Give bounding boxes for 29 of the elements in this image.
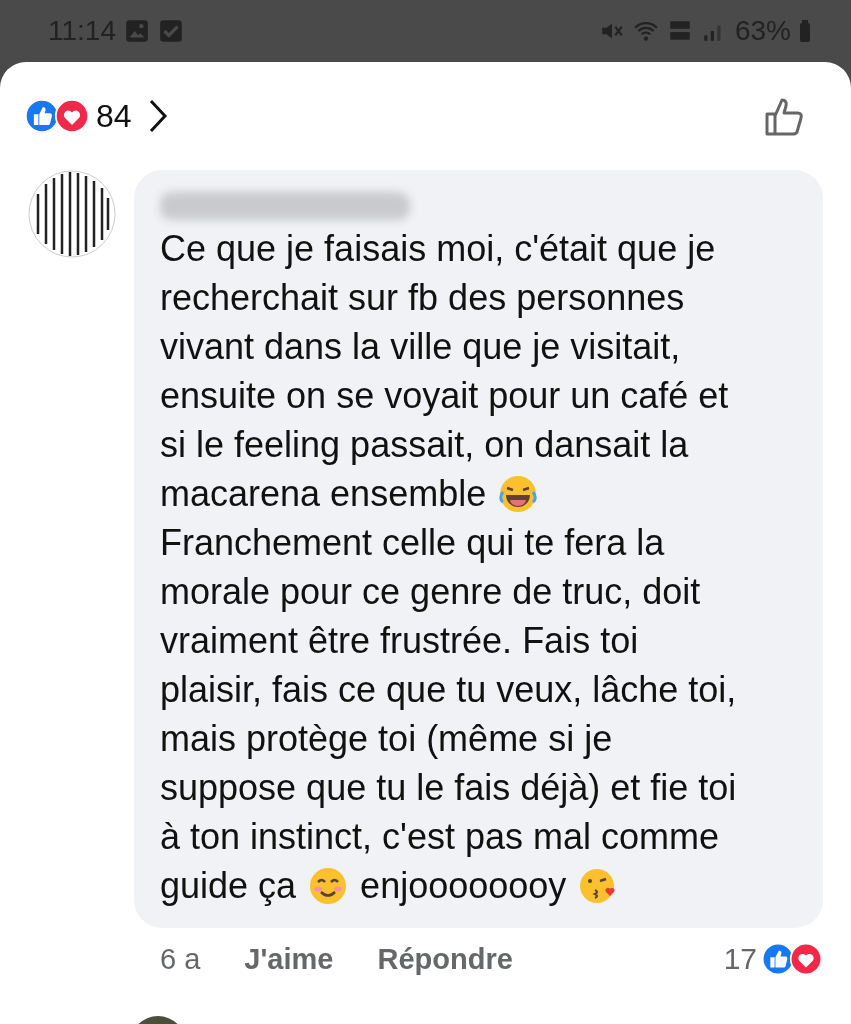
comment-text: vivant dans la ville que je visitait, xyxy=(160,325,681,369)
comment-text: Franchement celle qui te fera la xyxy=(160,521,665,565)
comment-text: si le feeling passait, on dansait la xyxy=(160,423,689,467)
love-reaction-icon xyxy=(789,942,823,976)
avatar[interactable] xyxy=(28,170,116,258)
comment-text: morale pour ce genre de truc, doit xyxy=(160,570,701,614)
chevron-right-icon[interactable] xyxy=(147,98,168,134)
love-reaction-icon xyxy=(54,98,90,134)
comment-text: à ton instinct, c'est pas mal comme xyxy=(160,815,720,859)
comment-text: recherchait sur fb des personnes xyxy=(160,276,685,320)
smiling-emoji-icon xyxy=(308,865,349,906)
reply-link[interactable]: Répondre xyxy=(377,942,513,976)
comment-text: Ce que je faisais moi, c'était que je xyxy=(160,227,716,271)
image-icon xyxy=(124,18,150,44)
comment-text: suppose que tu le fais déjà) et fie toi xyxy=(160,766,737,810)
checkbox-icon xyxy=(158,18,184,44)
battery-icon xyxy=(799,19,811,43)
comment-text: mais protège toi (même si je xyxy=(160,717,613,761)
reaction-count[interactable]: 84 xyxy=(96,97,132,135)
comment-text: guide ça xyxy=(160,864,297,908)
comment-reaction-count[interactable]: 17 xyxy=(723,942,757,976)
like-link[interactable]: J'aime xyxy=(244,942,334,976)
comment-time: 6 a xyxy=(160,942,201,976)
comment-text: macarena ensemble xyxy=(160,472,487,516)
comment-text: ensuite on se voyait pour un café et xyxy=(160,374,729,418)
comment-text: vraiment être frustrée. Fais toi xyxy=(160,619,639,663)
comment-text: plaisir, fais ce que tu veux, lâche toi, xyxy=(160,668,737,712)
comment-text: enjoooooooy xyxy=(360,864,567,908)
laughing-emoji-icon xyxy=(498,473,539,514)
